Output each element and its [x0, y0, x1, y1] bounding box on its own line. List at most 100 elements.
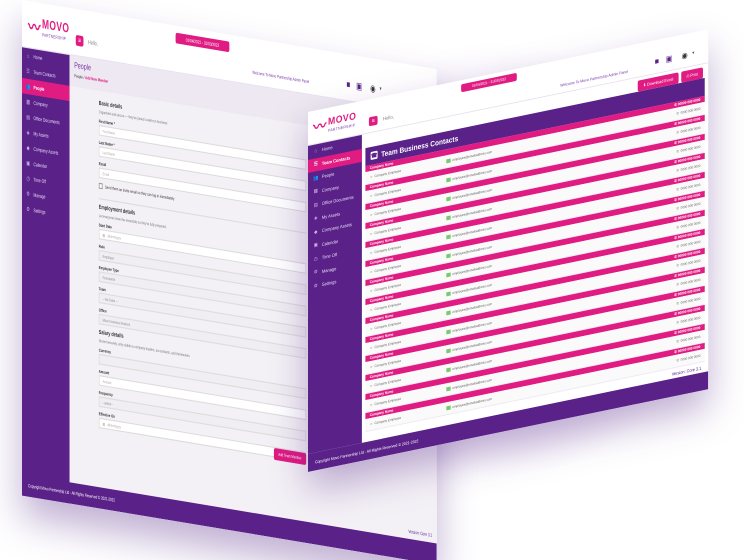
contacts-icon: ☰ [313, 161, 318, 169]
landline-cell[interactable]: ✆ 0000 000 0000 [676, 278, 700, 287]
employee-role: Company Employee [374, 358, 402, 369]
start-date-placeholder: dd/mm/yyyy [107, 233, 121, 241]
phone-icon: ✆ [676, 130, 679, 135]
sidebar-item-label: My Assets [33, 130, 49, 139]
chevron-down-icon[interactable]: ▾ [378, 84, 383, 94]
landline-text: 0000 000 0000 [680, 296, 701, 305]
company-assets-icon: ◆ [26, 144, 30, 152]
briefcase-icon[interactable]: ■ [345, 77, 353, 90]
landline-cell[interactable]: ✆ 0000 000 0000 [676, 202, 700, 211]
email-icon [446, 177, 451, 183]
user-icon: ☺ [369, 345, 373, 351]
home-icon: ⌂ [314, 147, 318, 155]
employee-role: Company Employee [374, 282, 402, 293]
landline-text: 0000 000 0000 [680, 144, 701, 153]
movo-logo: 〰 MOVO PARTNERSHIP [28, 10, 69, 45]
landline-cell[interactable]: ✆ 0000 000 0000 [676, 221, 700, 230]
user-icon: ☺ [369, 250, 373, 256]
employee-role: Company Employee [374, 244, 402, 255]
chevron-down-icon[interactable]: ▾ [691, 49, 696, 58]
landline-cell[interactable]: ✆ 0000 000 0000 [676, 297, 700, 306]
landline-cell[interactable]: ✆ 0000 000 0000 [676, 107, 700, 116]
breadcrumb-root[interactable]: People [74, 74, 83, 80]
landline-text: 0000 000 0000 [680, 239, 701, 248]
id-card-icon[interactable]: ▣ [355, 79, 363, 92]
employee-role: Company Employee [374, 301, 402, 312]
landline-cell[interactable]: ✆ 0000 000 0000 [676, 126, 700, 135]
assets-icon: ◈ [26, 128, 30, 137]
calendar-icon: ▦ [102, 421, 106, 427]
email-icon [446, 253, 451, 259]
movo-logo: 〰 MOVO PARTNERSHIP [313, 108, 356, 138]
landline-cell[interactable]: ✆ 0000 000 0000 [676, 316, 700, 325]
sidebar-menu: ⌂ Home ☰ Team Contacts 👥 People ▦ Company ▤ Offic… [22, 47, 70, 224]
invite-checkbox[interactable] [98, 182, 103, 190]
manage-icon: ⚙ [313, 269, 318, 277]
sidebar-item-label: People [321, 171, 335, 180]
email-icon [446, 310, 451, 316]
phone-icon: ✆ [676, 282, 679, 287]
company-icon: ▦ [26, 98, 30, 106]
hamburger-icon: ≡ [78, 37, 81, 45]
email-icon [446, 329, 451, 335]
landline-cell[interactable]: ✆ 0000 000 0000 [676, 145, 700, 154]
logo-wave-icon: 〰 [28, 17, 41, 40]
calendar-icon: ▣ [26, 159, 30, 168]
sidebar-menu: ⌂ Home ☰ Team Contacts 👥 People ▦ Company ▤ Offic… [308, 135, 362, 295]
email-icon [446, 291, 451, 297]
sidebar-item-label: Manage [321, 265, 337, 274]
landline-text: 0000 000 0000 [680, 353, 701, 362]
phone-icon: ✆ [676, 358, 679, 363]
greeting-text: Hello, [382, 114, 394, 123]
greeting-text: Hello, [88, 39, 98, 49]
phone-icon: ✆ [676, 339, 679, 344]
print-label: Print [690, 71, 698, 78]
phone-icon: ✆ [676, 263, 679, 268]
date-range-pill[interactable]: 01/04/2021 - 31/03/2022 [175, 32, 230, 53]
people-icon: 👥 [313, 174, 319, 182]
company-icon: ▦ [313, 188, 318, 196]
add-member-form: Basic details Organised and secure — the… [98, 95, 307, 466]
landline-cell[interactable]: ✆ 0000 000 0000 [676, 164, 700, 173]
email-icon [446, 196, 451, 202]
landline-text: 0000 000 0000 [680, 182, 701, 191]
landline-cell[interactable]: ✆ 0000 000 0000 [676, 335, 700, 344]
mockup-stage: 〰 MOVO PARTNERSHIP ≡ Hello, 01/04/2021 -… [0, 0, 744, 560]
id-card-icon[interactable]: ▣ [665, 52, 674, 64]
user-avatar-icon[interactable]: ◉ [680, 49, 689, 61]
manage-icon: ⚙ [26, 190, 30, 198]
email-icon [446, 348, 451, 354]
logo-wave-icon: 〰 [313, 117, 327, 137]
sidebar-item-label: Settings [33, 207, 46, 216]
people-icon: 👥 [25, 82, 31, 91]
landline-text: 0000 000 0000 [680, 125, 701, 134]
phone-icon: ✆ [676, 206, 679, 211]
sidebar-item-label: Home [33, 53, 43, 62]
landline-cell[interactable]: ✆ 0000 000 0000 [676, 240, 700, 249]
version-text: Version: Core 3.1 [408, 528, 433, 538]
landline-cell[interactable]: ✆ 0000 000 0000 [676, 259, 700, 268]
effective-on-placeholder: dd/mm/yyyy [107, 421, 121, 429]
phone-icon: ✆ [676, 149, 679, 154]
employee-role: Company Employee [374, 225, 402, 236]
briefcase-icon[interactable]: ■ [653, 55, 662, 67]
menu-toggle-button[interactable]: ≡ [75, 34, 84, 47]
settings-icon: ⚙ [313, 282, 318, 290]
phone-icon: ✆ [676, 111, 679, 116]
landline-text: 0000 000 0000 [680, 163, 701, 172]
email-icon [446, 158, 451, 164]
user-avatar-icon[interactable]: ◉ [369, 81, 377, 94]
welcome-text: Welcome To Movo Partnership Admin Panel [252, 70, 310, 85]
landline-text: 0000 000 0000 [680, 220, 701, 229]
landline-cell[interactable]: ✆ 0000 000 0000 [676, 354, 700, 363]
calendar-icon: ▦ [102, 232, 106, 238]
time-off-icon: ◷ [26, 174, 30, 183]
menu-toggle-button[interactable]: ≡ [368, 115, 378, 127]
phone-icon: ✆ [676, 187, 679, 192]
phone-icon: ✆ [676, 320, 679, 325]
user-icon: ☺ [369, 193, 373, 199]
email-icon [446, 386, 451, 392]
email-icon [446, 215, 451, 221]
landline-cell[interactable]: ✆ 0000 000 0000 [676, 183, 700, 192]
documents-icon: ▤ [313, 201, 318, 209]
